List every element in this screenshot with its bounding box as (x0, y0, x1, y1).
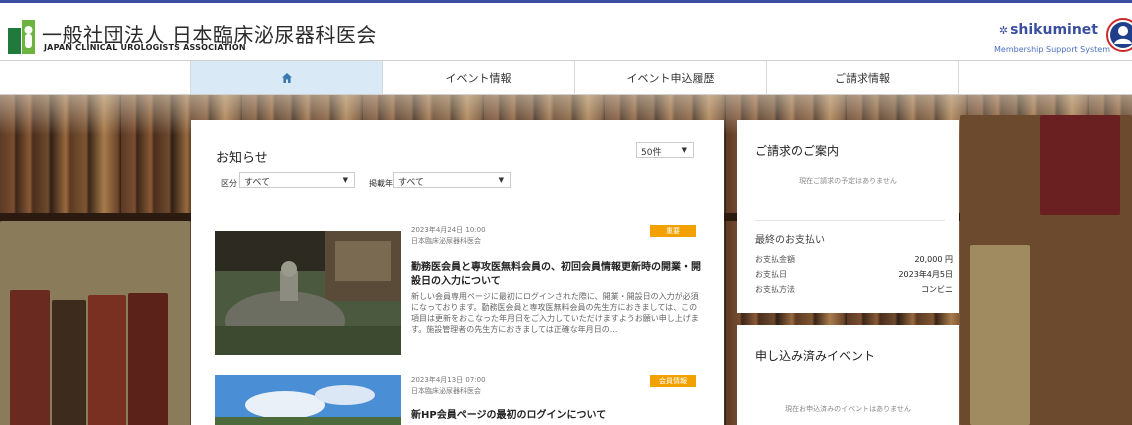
org-subtitle: JAPAN CLINICAL UROLOGISTS ASSOCIATION (44, 43, 246, 52)
news-publisher: 日本臨床泌尿器科医会 (411, 237, 481, 245)
caret-down-icon: ▼ (342, 176, 348, 184)
payment-date-label: お支払日 (755, 270, 787, 279)
news-date: 2023年4月13日 07:00 (411, 376, 486, 384)
news-item[interactable]: 2023年4月24日 10:00 日本臨床泌尿器科医会 重要 勤務医会員と専攻医… (215, 225, 701, 365)
home-icon (281, 72, 292, 83)
year-filter-label: 掲載年 (369, 179, 393, 188)
book (128, 293, 168, 425)
book (1040, 115, 1120, 215)
news-panel: お知らせ 50件 ▼ 区分 すべて ▼ 掲載年 すべて ▼ 2023年4月24日… (191, 120, 724, 425)
divider (755, 220, 945, 221)
category-filter-label: 区分 (221, 179, 237, 188)
payment-method-value: コンビニ (921, 285, 953, 294)
nav-event-history[interactable]: イベント申込履歴 (575, 61, 767, 94)
news-item-body: 新しい会員専用ページに最初にログインされた際に、開業・開設日の入力が必須になって… (411, 292, 699, 334)
per-page-value: 50件 (641, 148, 662, 158)
brand-logo: ✲ shikuminet (999, 22, 1098, 38)
book (88, 295, 126, 425)
category-filter-select[interactable]: すべて ▼ (239, 172, 355, 188)
payment-amount-row: お支払金額 20,000 円 (755, 254, 953, 265)
invoice-title: ご請求のご案内 (755, 144, 840, 158)
invoice-panel: ご請求のご案内 現在ご請求の予定はありません 最終のお支払い お支払金額 20,… (737, 120, 959, 313)
payment-method-label: お支払方法 (755, 285, 795, 294)
nav-home[interactable] (191, 61, 383, 94)
brand-subtitle: Membership Support System (994, 45, 1110, 54)
payment-amount-label: お支払金額 (755, 255, 795, 264)
payment-date-value: 2023年4月5日 (898, 270, 953, 279)
news-item-title[interactable]: 新HP会員ページの最初のログインについて (411, 409, 701, 423)
last-payment-title: 最終のお支払い (755, 235, 825, 246)
per-page-select[interactable]: 50件 ▼ (636, 142, 694, 158)
news-item[interactable]: 2023年4月13日 07:00 日本臨床泌尿器科医会 会員情報 新HP会員ペー… (215, 375, 696, 425)
association-logo-icon[interactable] (8, 20, 38, 54)
news-publisher: 日本臨床泌尿器科医会 (411, 387, 481, 395)
news-item-title[interactable]: 勤務医会員と専攻医無料会員の、初回会員情報更新時の開業・開設日の入力について (411, 261, 701, 289)
nav-invoice-info[interactable]: ご請求情報 (767, 61, 959, 94)
nav-spacer (0, 61, 191, 94)
year-filter-value: すべて (398, 178, 425, 188)
registered-events-panel: 申し込み済みイベント 現在お申込済みのイベントはありません (737, 325, 959, 425)
site-header: 一般社団法人 日本臨床泌尿器科医会 JAPAN CLINICAL UROLOGI… (0, 0, 1132, 61)
book (970, 245, 1030, 425)
book (10, 290, 50, 425)
status-badge: 重要 (650, 225, 696, 237)
payment-date-row: お支払日 2023年4月5日 (755, 269, 953, 280)
category-filter-value: すべて (244, 178, 271, 188)
user-account-icon[interactable] (1106, 18, 1132, 52)
gear-icon: ✲ (998, 24, 1009, 37)
news-date: 2023年4月24日 10:00 (411, 226, 486, 234)
year-filter-select[interactable]: すべて ▼ (393, 172, 511, 188)
nav-event-info[interactable]: イベント情報 (383, 61, 575, 94)
news-thumbnail (215, 375, 401, 425)
caret-down-icon: ▼ (498, 176, 504, 184)
news-title: お知らせ (216, 151, 268, 166)
main-nav: イベント情報 イベント申込履歴 ご請求情報 (0, 61, 1132, 95)
brand-name: shikuminet (1010, 22, 1098, 38)
caret-down-icon: ▼ (681, 146, 687, 154)
news-thumbnail (215, 231, 401, 355)
payment-amount-value: 20,000 円 (914, 255, 953, 264)
book (52, 300, 86, 425)
payment-method-row: お支払方法 コンビニ (755, 284, 953, 295)
events-empty-note: 現在お申込済みのイベントはありません (785, 405, 911, 413)
events-title: 申し込み済みイベント (755, 349, 876, 363)
invoice-empty-note: 現在ご請求の予定はありません (799, 177, 897, 185)
status-badge: 会員情報 (650, 375, 696, 387)
